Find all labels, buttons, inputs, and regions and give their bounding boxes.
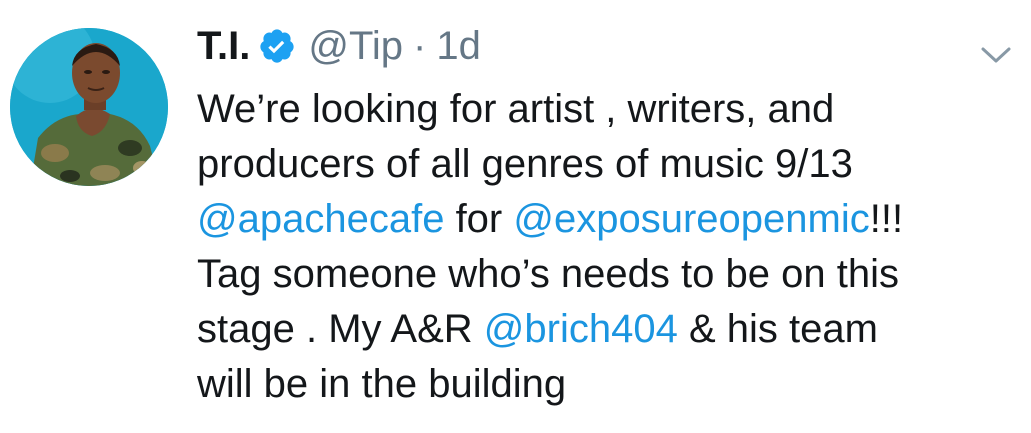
tweet-text-segment: We’re looking for artist , writers, and	[197, 87, 835, 131]
tweet-text-segment: !!!	[869, 197, 904, 241]
tweet-text-segment: Tag someone who’s needs to be on this	[197, 252, 899, 296]
tweet-text-segment: & his team	[677, 307, 878, 351]
tweet-text-segment: stage . My A&R	[197, 307, 484, 351]
avatar[interactable]	[10, 28, 168, 186]
chevron-down-icon[interactable]	[973, 40, 1019, 70]
tweet-text-line: Tag someone who’s needs to be on this	[197, 247, 1017, 302]
tweet-text-line: We’re looking for artist , writers, and	[197, 82, 1017, 137]
verified-badge-icon	[258, 27, 296, 65]
display-name[interactable]: T.I.	[197, 20, 250, 72]
mention-link[interactable]: @exposureopenmic	[513, 197, 869, 241]
tweet-text-segment: will be in the building	[197, 362, 567, 406]
tweet-text-segment: producers of all genres of music 9/13	[197, 142, 853, 186]
tweet-text-line: stage . My A&R @brich404 & his team	[197, 302, 1017, 357]
tweet-text: We’re looking for artist , writers, and p…	[197, 82, 1017, 412]
tweet-text-line: will be in the building	[197, 357, 1017, 412]
tweet-card[interactable]: T.I. @Tip · 1d We’re looking for artist …	[0, 0, 1031, 433]
mention-link[interactable]: @brich404	[484, 307, 678, 351]
mention-link[interactable]: @apachecafe	[197, 197, 444, 241]
tweet-text-line: producers of all genres of music 9/13	[197, 137, 1017, 192]
avatar-photo	[10, 28, 168, 186]
tweet-text-segment: for	[444, 197, 514, 241]
timestamp[interactable]: 1d	[436, 20, 481, 72]
user-handle[interactable]: @Tip	[308, 20, 403, 72]
tweet-header: T.I. @Tip · 1d	[197, 20, 481, 72]
tweet-text-line: @apachecafe for @exposureopenmic!!!	[197, 192, 1017, 247]
separator-dot: ·	[413, 24, 427, 68]
